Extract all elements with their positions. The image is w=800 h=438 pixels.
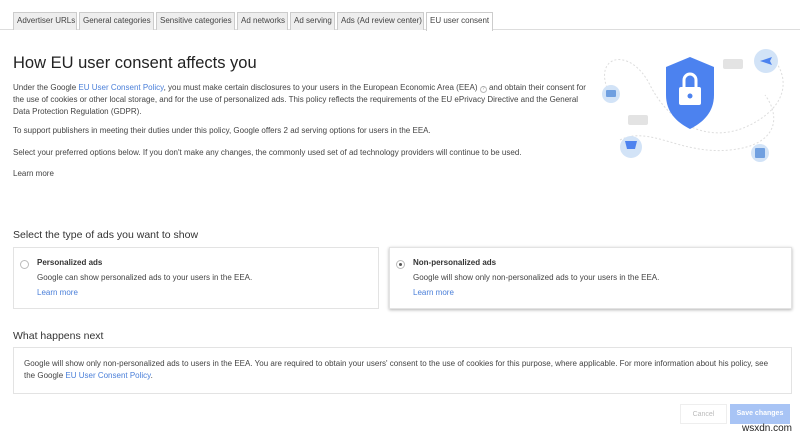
policy-link[interactable]: EU User Consent Policy (65, 371, 150, 380)
learn-more-link[interactable]: Learn more (13, 168, 54, 180)
what-happens-heading: What happens next (13, 330, 104, 342)
tab-eu-user-consent[interactable]: EU user consent (426, 12, 493, 31)
learn-more-link[interactable]: Learn more (413, 288, 454, 297)
tab-ad-networks[interactable]: Ad networks (237, 12, 288, 30)
intro-paragraph: Under the Google EU User Consent Policy,… (13, 83, 586, 116)
option-title: Personalized ads (37, 258, 103, 267)
save-changes-button[interactable]: Save changes (730, 404, 790, 424)
policy-link[interactable]: EU User Consent Policy (78, 83, 163, 92)
option-title: Non-personalized ads (413, 258, 497, 267)
select-ads-heading: Select the type of ads you want to show (13, 229, 199, 241)
help-icon[interactable]: ? (479, 86, 487, 93)
option-personalized-ads[interactable]: Personalized ads Google can show persona… (13, 247, 379, 309)
radio-personalized[interactable] (20, 260, 29, 269)
tab-sensitive-categories[interactable]: Sensitive categories (156, 12, 235, 30)
tab-ads-review-center[interactable]: Ads (Ad review center) (337, 12, 424, 30)
option-description: Google will show only non-personalized a… (413, 273, 660, 282)
tab-bar: Advertiser URLs General categories Sensi… (0, 12, 800, 31)
radio-non-personalized[interactable] (396, 260, 405, 269)
cancel-button[interactable]: Cancel (680, 404, 727, 424)
option-non-personalized-ads[interactable]: Non-personalized ads Google will show on… (389, 247, 792, 309)
select-paragraph: Select your preferred options below. If … (13, 148, 522, 157)
page-title: How EU user consent affects you (13, 54, 257, 72)
tab-general-categories[interactable]: General categories (79, 12, 154, 30)
support-paragraph: To support publishers in meeting their d… (13, 126, 431, 135)
tab-ad-serving[interactable]: Ad serving (290, 12, 335, 30)
tab-advertiser-urls[interactable]: Advertiser URLs (13, 12, 77, 30)
what-happens-box: Google will show only non-personalized a… (13, 347, 792, 394)
shield-lock-illustration (602, 49, 784, 162)
learn-more-link[interactable]: Learn more (37, 288, 78, 297)
watermark: wsxdn.com (741, 423, 792, 434)
option-description: Google can show personalized ads to your… (37, 273, 253, 282)
